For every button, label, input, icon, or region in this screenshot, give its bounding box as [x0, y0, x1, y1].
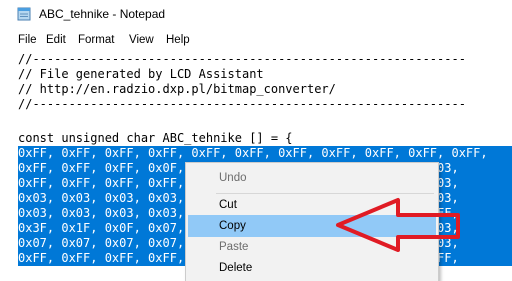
- menu-edit[interactable]: Edit: [46, 33, 66, 47]
- code-line: //--------------------------------------…: [18, 97, 466, 111]
- context-paste-label: Paste: [219, 241, 249, 253]
- context-undo[interactable]: Undo: [188, 167, 436, 189]
- menu-format[interactable]: Format: [78, 33, 114, 47]
- menu-view[interactable]: View: [129, 33, 154, 47]
- context-cut[interactable]: Cut: [188, 194, 436, 216]
- code-line: //--------------------------------------…: [18, 52, 466, 66]
- context-undo-label: Undo: [219, 172, 247, 184]
- context-copy[interactable]: Copy: [188, 215, 436, 237]
- code-line: // http://en.radzio.dxp.pl/bitmap_conver…: [18, 82, 336, 96]
- context-paste[interactable]: Paste: [188, 236, 436, 258]
- window-title: ABC_tehnike - Notepad: [39, 7, 166, 21]
- menu-bar: File Edit Format View Help: [0, 31, 512, 49]
- menu-file[interactable]: File: [18, 33, 37, 47]
- context-menu: Undo Cut Copy Paste Delete: [185, 162, 439, 281]
- context-delete-label: Delete: [219, 262, 253, 274]
- context-cut-label: Cut: [219, 199, 237, 211]
- menu-help[interactable]: Help: [166, 33, 190, 47]
- context-delete[interactable]: Delete: [188, 257, 436, 279]
- context-copy-label: Copy: [219, 220, 246, 232]
- title-bar: ABC_tehnike - Notepad: [0, 0, 512, 28]
- notepad-icon: [17, 7, 31, 21]
- code-line: const unsigned char ABC_tehnike [] = {: [18, 131, 293, 145]
- selected-code-line: 0xFF, 0xFF, 0xFF, 0xFF, 0xFF, 0xFF, 0xFF…: [18, 146, 512, 161]
- code-line: // File generated by LCD Assistant: [18, 67, 264, 81]
